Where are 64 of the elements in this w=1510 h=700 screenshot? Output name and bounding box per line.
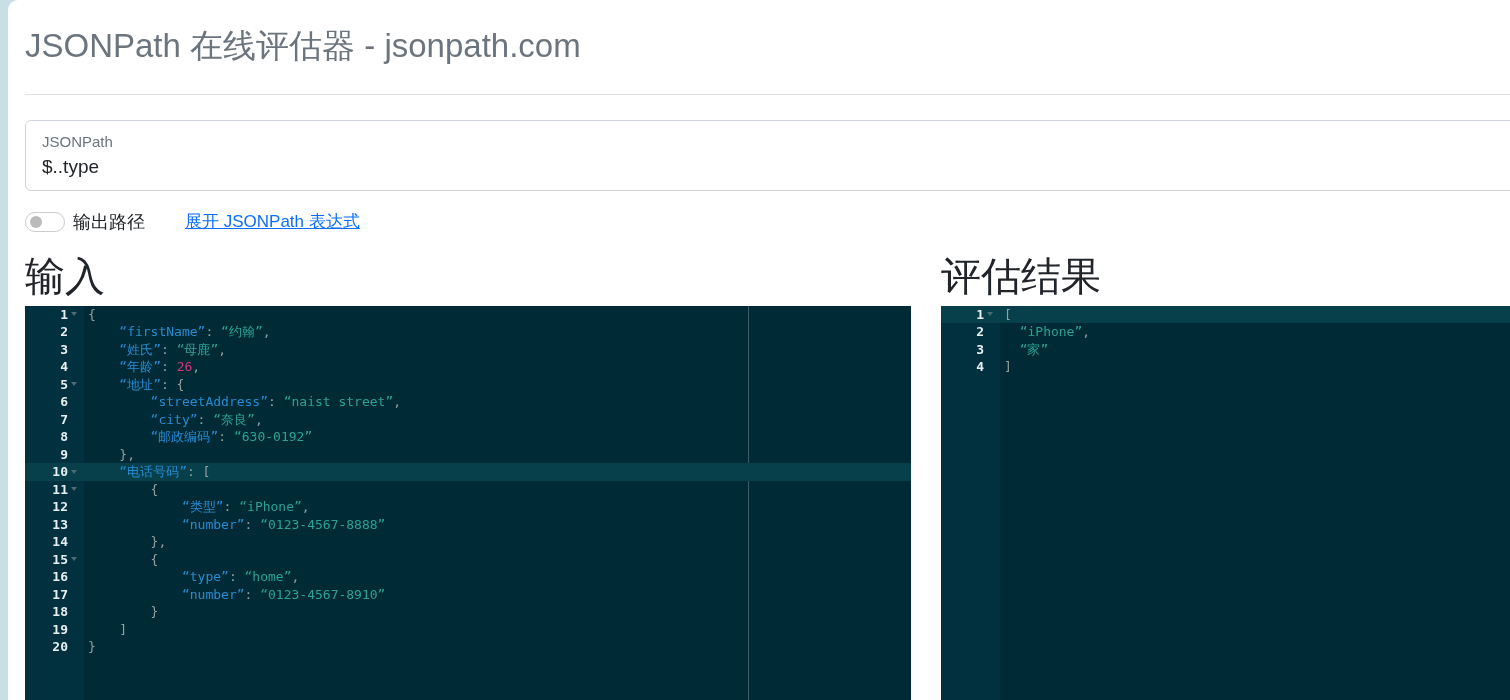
code-line: } xyxy=(88,639,96,655)
code-line: “邮政编码”: “630-0192” xyxy=(149,429,313,445)
section-heading: 评估结果 xyxy=(941,252,1102,300)
jsonpath-field[interactable]: JSONPath $..type xyxy=(25,119,1510,191)
section-heading: 输入 xyxy=(25,252,106,300)
line-number: 11 xyxy=(52,480,68,499)
code-line: “iPhone”, xyxy=(1018,324,1091,340)
code-line: “家” xyxy=(1018,341,1049,357)
line-number: 12 xyxy=(52,498,68,516)
code-editor[interactable]: 1 [ 2 “iPhone”, 3 “家” 4 ] xyxy=(941,305,1510,700)
page-title: JSONPath 在线评估器 - jsonpath.com xyxy=(25,26,582,66)
code-line: ] xyxy=(118,621,128,637)
line-number: 3 xyxy=(60,340,68,359)
expand-link[interactable]: 展开 JSONPath 表达式 xyxy=(185,209,360,235)
fold-icon[interactable] xyxy=(71,382,77,387)
line-number: 4 xyxy=(60,358,68,376)
line-number: 19 xyxy=(52,620,68,639)
fold-icon[interactable] xyxy=(987,312,993,317)
line-number: 14 xyxy=(52,533,68,551)
line-number: 13 xyxy=(52,515,68,534)
code-line: “姓氏”: “母鹿”, xyxy=(118,341,227,357)
code-line: “number”: “0123-4567-8910” xyxy=(180,586,386,602)
code-line: }, xyxy=(118,446,135,462)
fold-icon[interactable] xyxy=(71,557,77,562)
code-line: }, xyxy=(149,534,167,550)
line-number: 1 xyxy=(976,305,984,324)
fold-icon[interactable] xyxy=(71,487,77,492)
line-number: 6 xyxy=(60,393,68,411)
code-line: “streetAddress”: “naist street”, xyxy=(149,394,402,410)
code-line: ] xyxy=(1004,359,1012,375)
fold-icon[interactable] xyxy=(71,469,77,474)
line-number: 2 xyxy=(60,323,68,341)
line-number: 16 xyxy=(52,568,68,586)
line-number: 4 xyxy=(976,358,984,376)
code-line: “number”: “0123-4567-8888” xyxy=(180,516,386,532)
code-line: “年龄”: 26, xyxy=(118,359,201,375)
code-line: “type”: “home”, xyxy=(180,569,300,585)
fold-icon[interactable] xyxy=(71,312,77,317)
line-number: 20 xyxy=(52,638,68,656)
line-number: 8 xyxy=(60,428,68,446)
code-line: } xyxy=(149,604,159,620)
line-number: 9 xyxy=(60,445,68,464)
line-number: 10 xyxy=(52,463,68,481)
line-number: 3 xyxy=(976,340,984,359)
toggle-switch[interactable] xyxy=(25,212,65,233)
line-number: 17 xyxy=(52,585,68,604)
code-line: “地址”: { xyxy=(118,376,185,392)
line-number: 7 xyxy=(60,410,68,429)
line-number: 5 xyxy=(60,375,68,394)
code-line: “电话号码”: [ xyxy=(118,464,211,480)
code-line: “firstName”: “约翰”, xyxy=(118,324,271,340)
line-number: 2 xyxy=(976,323,984,341)
code-line: [ xyxy=(1004,306,1012,322)
code-line: { xyxy=(149,551,159,567)
code-editor[interactable] xyxy=(25,305,911,700)
line-number: 1 xyxy=(60,305,68,324)
code-line: { xyxy=(88,306,96,322)
line-number: 15 xyxy=(52,550,68,569)
code-line: “类型”: “iPhone”, xyxy=(180,499,310,515)
code-line: “city”: “奈良”, xyxy=(149,411,263,427)
field-label: JSONPath xyxy=(42,131,114,152)
toggle-label: 输出路径 xyxy=(73,210,145,234)
code-line: { xyxy=(149,481,159,497)
line-number: 18 xyxy=(52,603,68,621)
